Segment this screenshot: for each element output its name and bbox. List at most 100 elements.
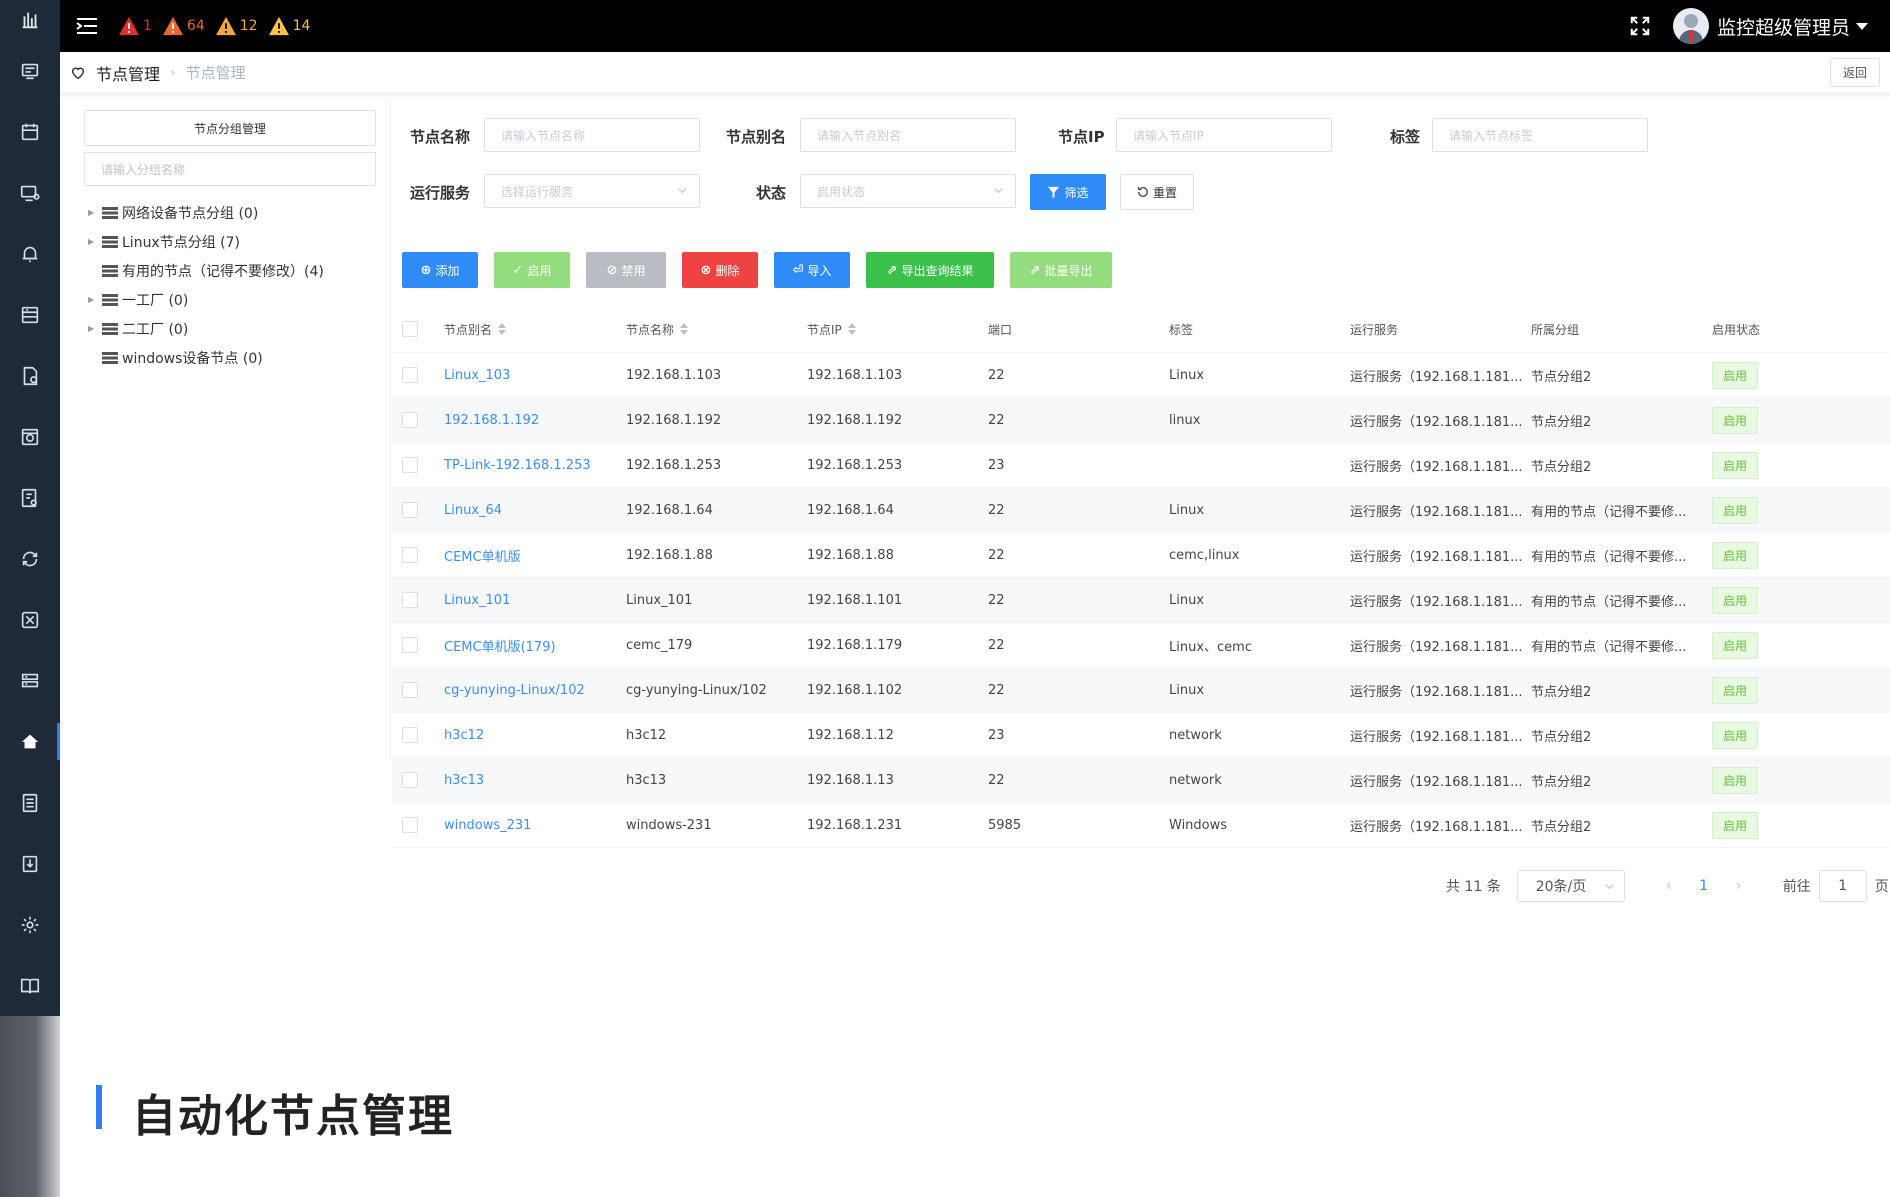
column-header-ip[interactable]: 节点IP <box>807 306 856 352</box>
row-checkbox[interactable] <box>402 592 418 608</box>
import-button[interactable]: ⏎ 导入 <box>774 252 850 288</box>
enable-button[interactable]: ✓ 启用 <box>494 252 570 288</box>
table-row[interactable]: TP-Link-192.168.1.253 192.168.1.253 192.16… <box>392 443 1890 488</box>
tools-icon[interactable] <box>0 589 60 650</box>
cell-alias[interactable]: h3c13 <box>444 758 484 802</box>
next-page-icon[interactable]: › <box>1719 878 1759 894</box>
avatar[interactable] <box>1672 8 1709 44</box>
table-row[interactable]: h3c12 h3c12 192.168.1.12 23 network 运行服务（192.… <box>392 713 1890 758</box>
page-number[interactable]: 1 <box>1689 878 1719 894</box>
tree-node[interactable]: ▶ 一工厂 (0) <box>84 285 376 314</box>
row-checkbox[interactable] <box>402 817 418 833</box>
log-list-icon[interactable] <box>0 772 60 833</box>
select-all-checkbox[interactable] <box>402 321 418 337</box>
tree-node[interactable]: ▶ 网络设备节点分组 (0) <box>84 198 376 227</box>
inspection-icon[interactable] <box>0 406 60 467</box>
table-row[interactable]: Linux_103 192.168.1.103 192.168.1.103 22 Lin… <box>392 353 1890 398</box>
group-panel-title[interactable]: 节点分组管理 <box>84 110 376 146</box>
table-row[interactable]: 192.168.1.192 192.168.1.192 192.168.1.192 2… <box>392 398 1890 443</box>
caret-right-icon[interactable]: ▶ <box>88 237 100 246</box>
table-row[interactable]: Linux_64 192.168.1.64 192.168.1.64 22 Linux 运… <box>392 488 1890 533</box>
breadcrumb-root[interactable]: 节点管理 <box>96 61 160 85</box>
caret-right-icon[interactable]: ▶ <box>88 208 100 217</box>
row-checkbox[interactable] <box>402 547 418 563</box>
cell-alias[interactable]: cg-yunying-Linux/102 <box>444 668 585 712</box>
row-checkbox[interactable] <box>402 502 418 518</box>
alert-critical[interactable]: 1 <box>118 16 152 36</box>
batch-export-button[interactable]: ⇗ 批量导出 <box>1010 252 1112 288</box>
report-search-icon[interactable] <box>0 467 60 528</box>
row-checkbox[interactable] <box>402 772 418 788</box>
group-search-input[interactable]: 请输入分组名称 <box>84 152 376 186</box>
tree-node[interactable]: ▶ Linux节点分组 (7) <box>84 227 376 256</box>
add-button[interactable]: ⊕ 添加 <box>402 252 478 288</box>
node-management-icon[interactable] <box>0 711 60 772</box>
column-header-alias[interactable]: 节点别名 <box>444 306 507 352</box>
menu-toggle-icon[interactable] <box>74 16 100 36</box>
script-icon[interactable] <box>0 833 60 894</box>
cell-alias[interactable]: TP-Link-192.168.1.253 <box>444 443 591 487</box>
cell-alias[interactable]: CEMC单机版 <box>444 533 521 577</box>
cell-alias[interactable]: windows_231 <box>444 803 531 847</box>
app-logo-icon[interactable] <box>0 0 60 40</box>
calendar-icon[interactable] <box>0 101 60 162</box>
service-select[interactable]: 选择运行服务 <box>484 174 700 208</box>
chevron-down-icon[interactable] <box>1856 22 1868 30</box>
table-row[interactable]: windows_231 windows-231 192.168.1.231 5985 W… <box>392 803 1890 848</box>
alias-input[interactable]: 请输入节点别名 <box>800 118 1016 152</box>
row-checkbox[interactable] <box>402 682 418 698</box>
manual-icon[interactable] <box>0 955 60 1016</box>
reset-button[interactable]: 重置 <box>1120 174 1194 210</box>
caret-right-icon[interactable]: ▶ <box>88 324 100 333</box>
alert-major[interactable]: 64 <box>162 16 205 36</box>
prev-page-icon[interactable]: ‹ <box>1649 878 1689 894</box>
caret-right-icon[interactable]: ▶ <box>88 295 100 304</box>
sync-icon[interactable] <box>0 528 60 589</box>
dashboard-icon[interactable] <box>0 40 60 101</box>
delete-button[interactable]: ⊗ 删除 <box>682 252 758 288</box>
table-row[interactable]: CEMC单机版(179) cemc_179 192.168.1.179 22 Linux… <box>392 623 1890 668</box>
goto-page-input[interactable]: 1 <box>1818 870 1867 902</box>
table-row[interactable]: cg-yunying-Linux/102 cg-yunying-Linux/102… <box>392 668 1890 713</box>
table-row[interactable]: h3c13 h3c13 192.168.1.13 22 network 运行服务（192.… <box>392 758 1890 803</box>
document-settings-icon[interactable] <box>0 345 60 406</box>
tree-node[interactable]: ▶ 二工厂 (0) <box>84 314 376 343</box>
table-row[interactable]: Linux_101 Linux_101 192.168.1.101 22 Linux 运行… <box>392 578 1890 623</box>
tree-node[interactable]: windows设备节点 (0) <box>84 343 376 372</box>
back-button[interactable]: 返回 <box>1829 58 1880 87</box>
cell-alias[interactable]: CEMC单机版(179) <box>444 623 556 667</box>
status-select[interactable]: 启用状态 <box>800 174 1016 208</box>
server-list-icon[interactable] <box>0 284 60 345</box>
disable-button[interactable]: ⊘ 禁用 <box>586 252 666 288</box>
sort-icon[interactable] <box>680 323 689 335</box>
alarm-gear-icon[interactable] <box>0 223 60 284</box>
table-row[interactable]: CEMC单机版 192.168.1.88 192.168.1.88 22 cemc,li… <box>392 533 1890 578</box>
filter-button[interactable]: 筛选 <box>1030 174 1106 210</box>
row-checkbox[interactable] <box>402 457 418 473</box>
column-header-name[interactable]: 节点名称 <box>626 306 689 352</box>
cell-alias[interactable]: Linux_103 <box>444 353 510 397</box>
cell-alias[interactable]: 192.168.1.192 <box>444 398 539 442</box>
monitor-settings-icon[interactable] <box>0 162 60 223</box>
row-checkbox[interactable] <box>402 637 418 653</box>
row-checkbox[interactable] <box>402 727 418 743</box>
rack-icon[interactable] <box>0 650 60 711</box>
row-checkbox[interactable] <box>402 367 418 383</box>
alert-warning[interactable]: 14 <box>268 16 310 36</box>
cell-alias[interactable]: Linux_101 <box>444 578 510 622</box>
fullscreen-icon[interactable] <box>1629 15 1651 37</box>
node-name-input[interactable]: 请输入节点名称 <box>484 118 700 152</box>
user-name[interactable]: 监控超级管理员 <box>1717 13 1850 40</box>
ip-input[interactable]: 请输入节点IP <box>1116 118 1332 152</box>
tree-node[interactable]: 有用的节点（记得不要修改）(4) <box>84 256 376 285</box>
cell-alias[interactable]: h3c12 <box>444 713 484 757</box>
sort-icon[interactable] <box>847 323 856 335</box>
tag-input[interactable]: 请输入节点标签 <box>1432 118 1648 152</box>
page-size-select[interactable]: 20条/页 <box>1516 870 1625 902</box>
alert-minor[interactable]: 12 <box>215 16 258 36</box>
row-checkbox[interactable] <box>402 412 418 428</box>
sort-icon[interactable] <box>498 323 507 335</box>
export-query-button[interactable]: ⇗ 导出查询结果 <box>866 252 994 288</box>
cell-alias[interactable]: Linux_64 <box>444 488 502 532</box>
system-settings-icon[interactable] <box>0 894 60 955</box>
